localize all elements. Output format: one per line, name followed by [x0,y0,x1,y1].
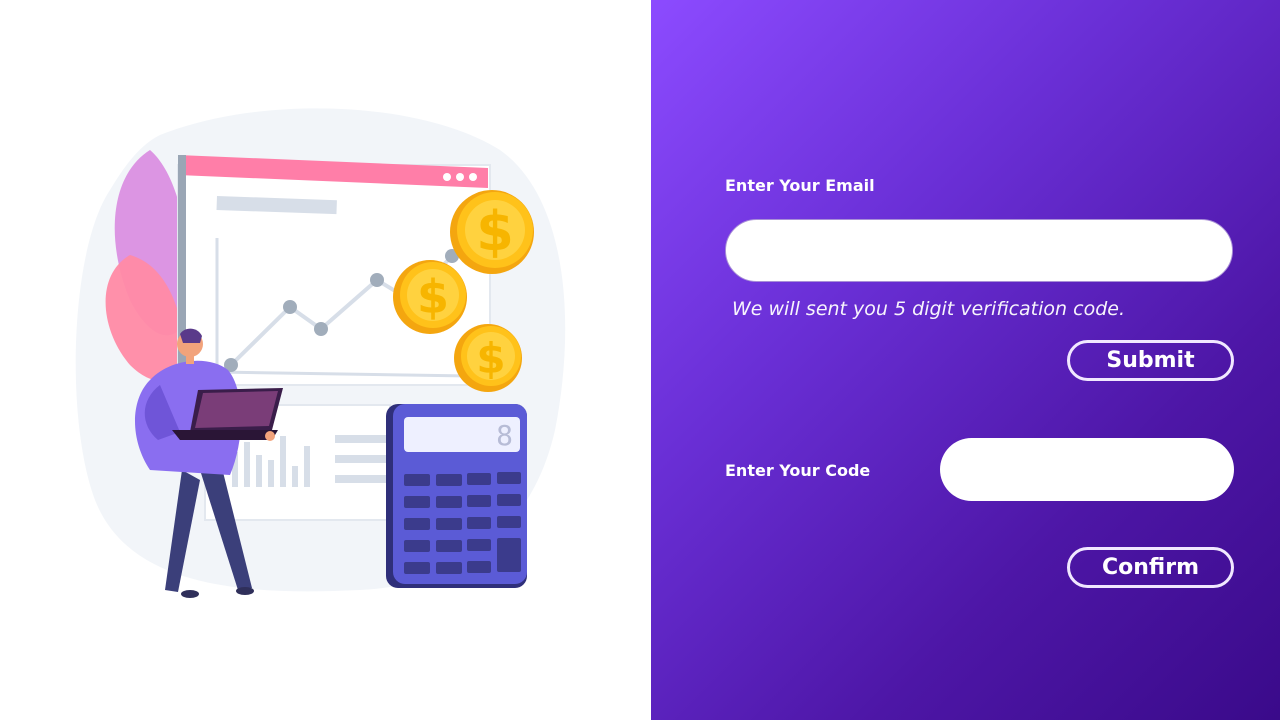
email-label: Enter Your Email [725,176,875,195]
email-input[interactable] [725,219,1233,282]
finance-illustration: $ $ $ 8 [75,108,566,598]
illustration-panel: $ $ $ 8 [0,0,651,720]
login-page: $ $ $ 8 Enter Your Email We will sent yo… [0,0,1280,720]
coin-medium: $ [393,260,467,334]
submit-button[interactable]: Submit [1067,340,1234,381]
code-label: Enter Your Code [725,461,871,480]
verification-hint: We will sent you 5 digit verification co… [732,298,1125,320]
svg-text:$: $ [476,200,514,263]
confirm-button[interactable]: Confirm [1067,547,1234,588]
svg-text:$: $ [476,334,505,383]
calculator: 8 [386,404,527,588]
coin-small: $ [454,324,522,392]
verification-form-panel: Enter Your Email We will sent you 5 digi… [651,0,1280,720]
svg-text:$: $ [417,270,449,324]
code-input[interactable] [940,438,1234,501]
svg-text:8: 8 [496,419,513,452]
coin-large: $ [450,190,534,274]
